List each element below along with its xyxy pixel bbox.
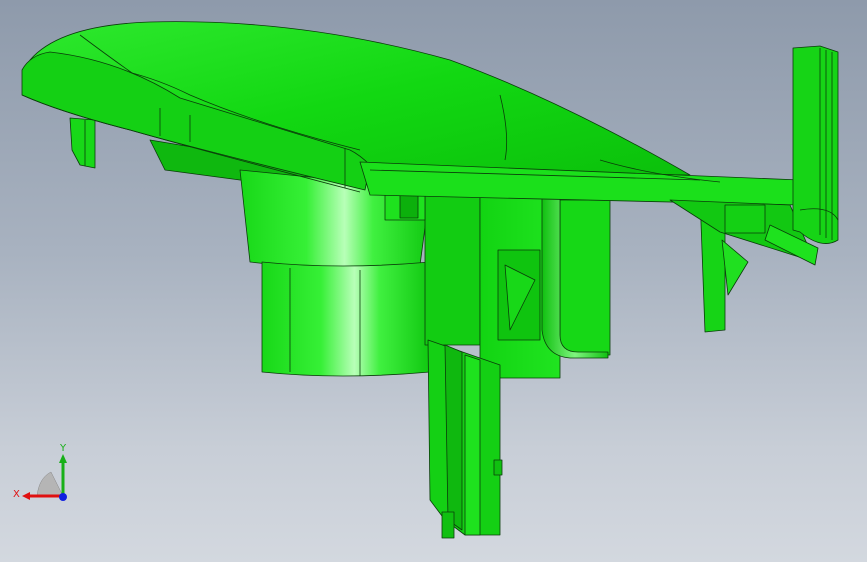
green-3d-part-model[interactable]	[0, 0, 867, 562]
triad-plane-shade	[36, 471, 64, 497]
z-axis-dot	[59, 493, 67, 501]
y-axis-arrowhead	[59, 454, 67, 463]
x-axis-arrowhead	[22, 492, 30, 500]
x-axis-label: X	[13, 489, 20, 500]
coordinate-axis-triad: Y X	[13, 443, 67, 501]
cad-3d-viewport[interactable]: Y X	[0, 0, 867, 562]
y-axis-label: Y	[59, 443, 67, 454]
